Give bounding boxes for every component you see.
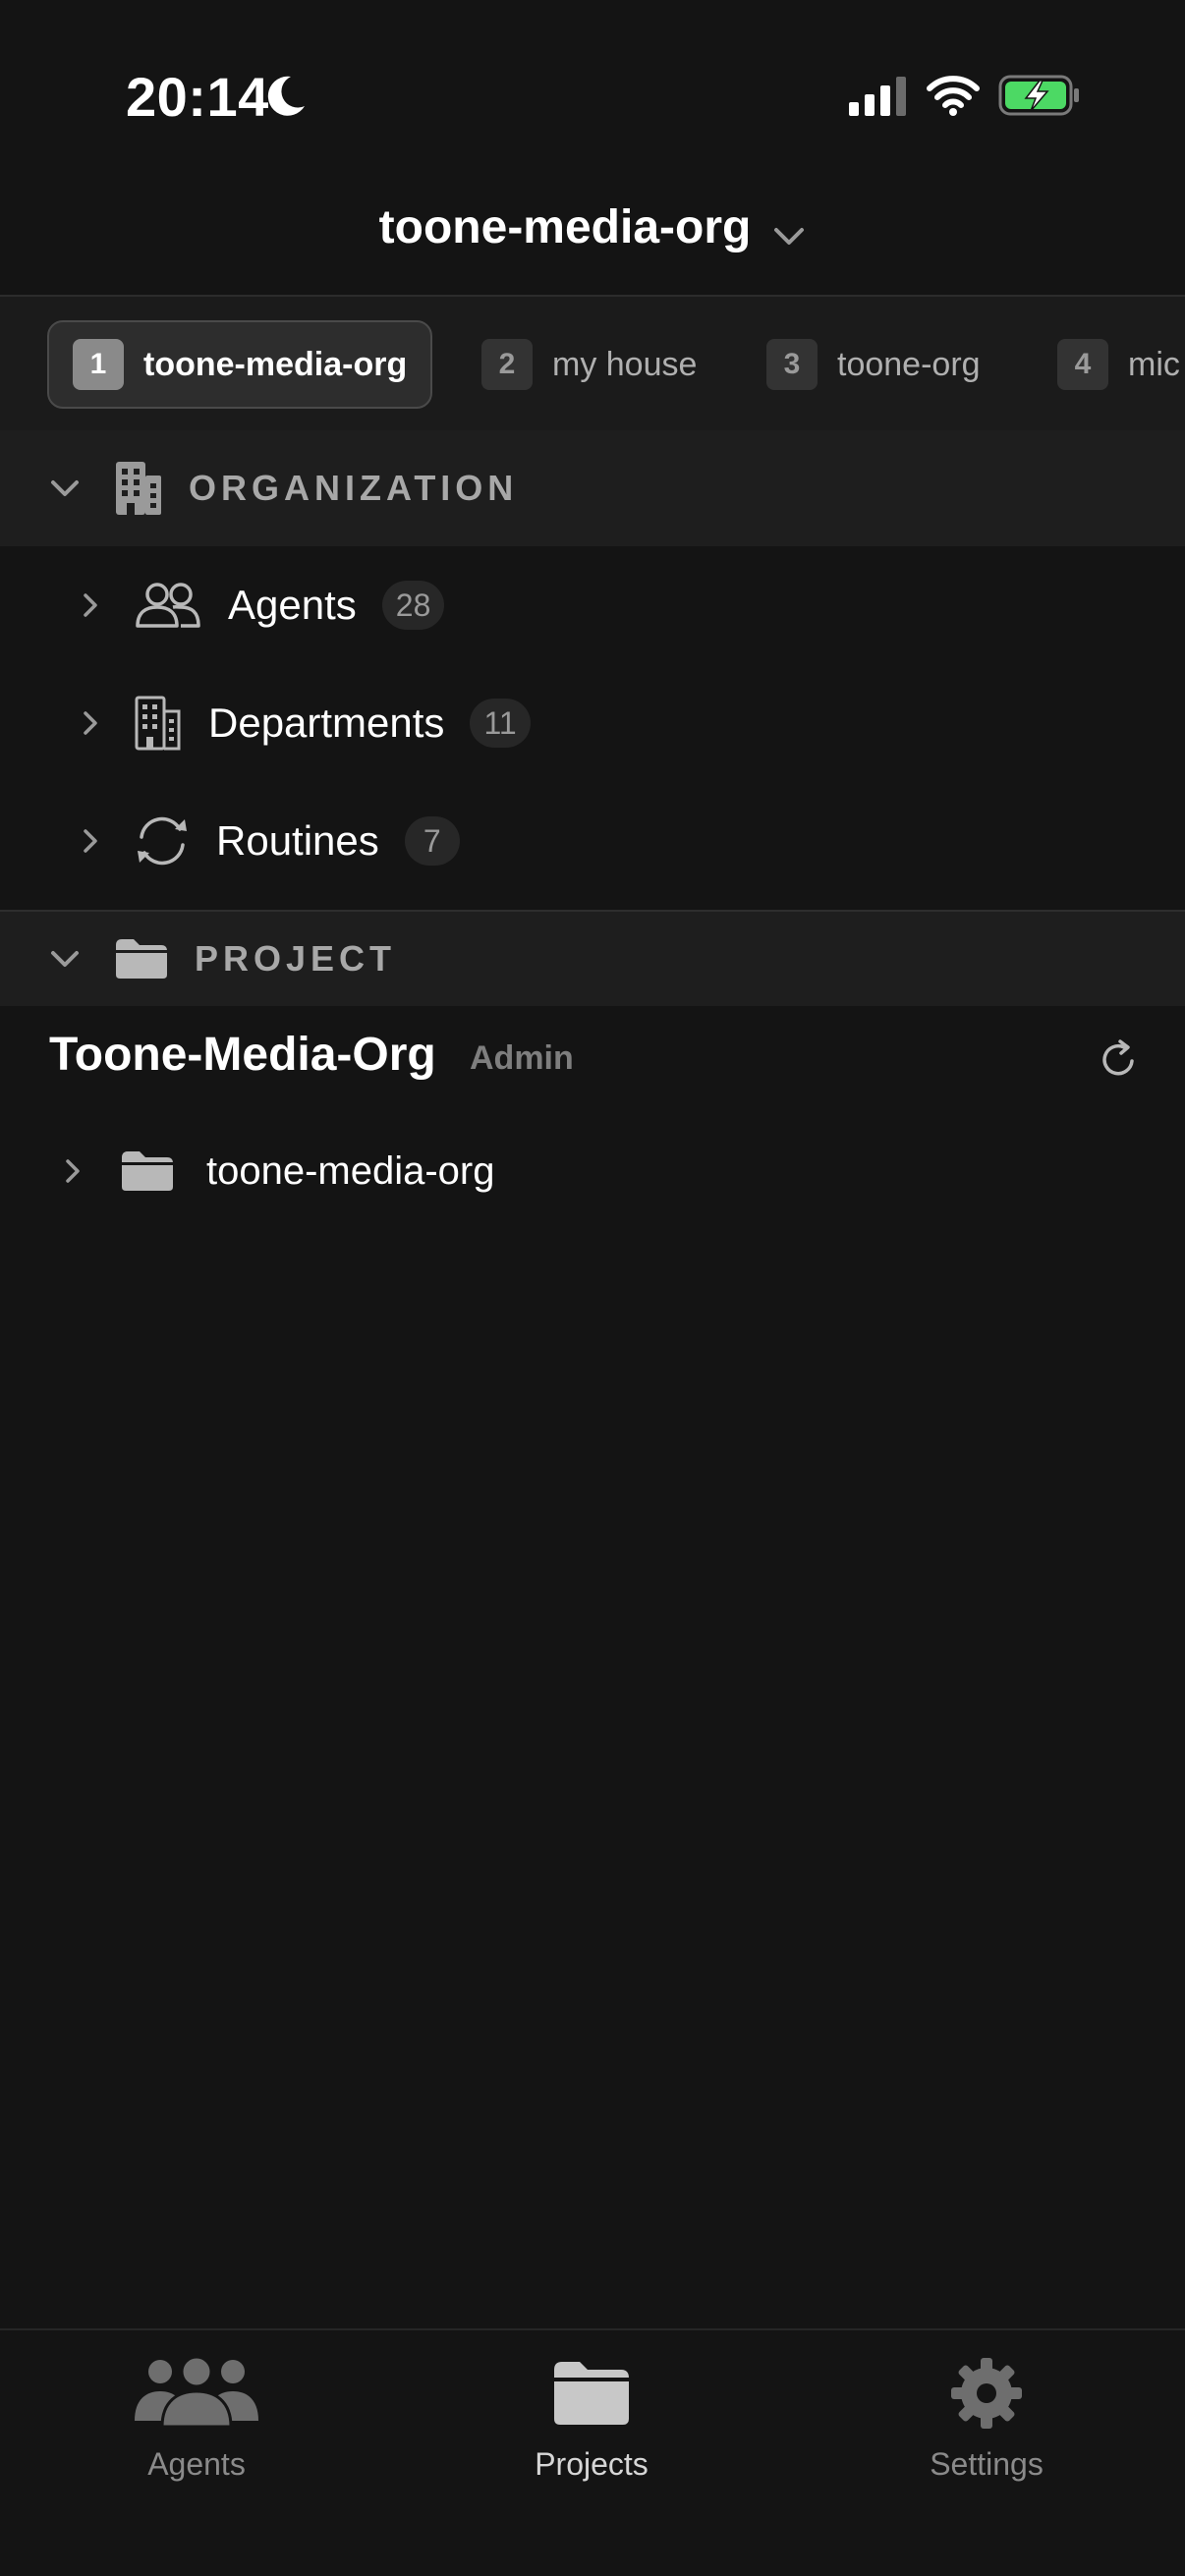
org-tab-4[interactable]: 4 mic bbox=[1034, 320, 1185, 409]
tab-projects[interactable]: Projects bbox=[444, 2356, 739, 2503]
count-badge: 7 bbox=[404, 816, 460, 866]
tab-number: 2 bbox=[481, 339, 533, 390]
tree-item-label: Departments bbox=[208, 700, 445, 746]
org-tab-2[interactable]: 2 my house bbox=[458, 320, 720, 409]
tab-label: my house bbox=[552, 345, 698, 383]
chevron-right-icon bbox=[66, 1159, 80, 1183]
tab-label: Projects bbox=[535, 2446, 649, 2482]
tree-item-label: Agents bbox=[228, 582, 357, 628]
battery-charging-icon bbox=[998, 75, 1079, 116]
project-role-badge: Admin bbox=[470, 1039, 574, 1077]
chevron-down-icon bbox=[51, 951, 79, 967]
count-badge: 11 bbox=[470, 699, 531, 748]
tab-label: mic bbox=[1128, 345, 1180, 383]
moon-icon bbox=[267, 76, 305, 116]
people-icon bbox=[135, 2356, 258, 2429]
tree-item-folder[interactable]: toone-media-org bbox=[0, 1122, 1185, 1220]
building-icon bbox=[135, 696, 181, 751]
project-section-header[interactable]: PROJECT bbox=[0, 912, 1185, 1006]
chevron-right-icon bbox=[84, 711, 97, 735]
building-icon bbox=[116, 462, 161, 515]
tab-label: Agents bbox=[147, 2446, 246, 2482]
org-switcher-header[interactable]: toone-media-org bbox=[0, 187, 1185, 297]
folder-icon bbox=[116, 939, 167, 979]
count-badge: 28 bbox=[381, 581, 445, 630]
folder-label: toone-media-org bbox=[206, 1148, 495, 1193]
status-time: 20:14 bbox=[126, 66, 269, 128]
gear-icon bbox=[951, 2358, 1022, 2429]
folder-icon bbox=[122, 1151, 173, 1191]
tree-item-agents[interactable]: Agents 28 bbox=[0, 556, 1185, 654]
project-name: Toone-Media-Org bbox=[49, 1029, 436, 1081]
tab-number: 1 bbox=[73, 339, 124, 390]
people-icon bbox=[136, 583, 200, 628]
screen: 20:14 toone-media-org 1 toone-media-org … bbox=[0, 0, 1185, 2576]
tree-item-departments[interactable]: Departments 11 bbox=[0, 674, 1185, 772]
folder-icon bbox=[554, 2362, 629, 2425]
chevron-right-icon bbox=[84, 829, 97, 853]
tab-number: 3 bbox=[766, 339, 818, 390]
chevron-right-icon bbox=[84, 593, 97, 617]
cycle-icon bbox=[138, 816, 187, 866]
tab-label: toone-media-org bbox=[143, 345, 408, 383]
bottom-tab-bar: Agents Projects Settings bbox=[0, 2328, 1185, 2576]
chevron-down-icon[interactable] bbox=[768, 216, 810, 257]
chevron-down-icon bbox=[51, 480, 79, 496]
header-title: toone-media-org bbox=[378, 201, 752, 253]
tab-number: 4 bbox=[1057, 339, 1108, 390]
section-title: ORGANIZATION bbox=[189, 468, 519, 508]
cellular-signal-icon bbox=[849, 77, 906, 116]
tab-label: Settings bbox=[930, 2446, 1044, 2482]
tab-agents[interactable]: Agents bbox=[49, 2356, 344, 2503]
organization-section-header[interactable]: ORGANIZATION bbox=[0, 430, 1185, 546]
tree-item-label: Routines bbox=[216, 817, 379, 864]
tab-label: toone-org bbox=[837, 345, 981, 383]
org-tab-1[interactable]: 1 toone-media-org bbox=[47, 320, 433, 409]
org-tab-3[interactable]: 3 toone-org bbox=[743, 320, 1004, 409]
refresh-icon[interactable] bbox=[1097, 1037, 1140, 1081]
tree-item-routines[interactable]: Routines 7 bbox=[0, 792, 1185, 890]
section-title: PROJECT bbox=[195, 938, 397, 979]
wifi-icon bbox=[927, 76, 980, 116]
org-tabs: 1 toone-media-org 2 my house 3 toone-org… bbox=[0, 297, 1185, 430]
tab-settings[interactable]: Settings bbox=[839, 2356, 1134, 2503]
status-bar: 20:14 bbox=[0, 0, 1185, 187]
